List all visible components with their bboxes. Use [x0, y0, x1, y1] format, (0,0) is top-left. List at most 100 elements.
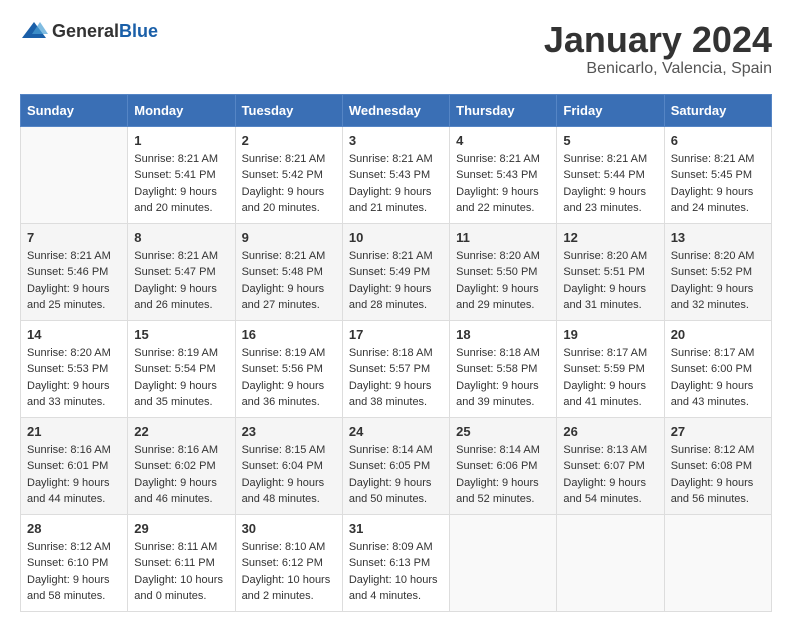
- calendar-cell: 29 Sunrise: 8:11 AM Sunset: 6:11 PM Dayli…: [128, 514, 235, 611]
- day-number: 29: [134, 521, 228, 536]
- calendar-cell: [664, 514, 771, 611]
- day-info: Sunrise: 8:18 AM Sunset: 5:58 PM Dayligh…: [456, 345, 550, 411]
- day-number: 2: [242, 133, 336, 148]
- calendar-cell: 31 Sunrise: 8:09 AM Sunset: 6:13 PM Dayli…: [342, 514, 449, 611]
- day-number: 30: [242, 521, 336, 536]
- calendar-cell: 21 Sunrise: 8:16 AM Sunset: 6:01 PM Dayli…: [21, 417, 128, 514]
- logo-icon: [20, 20, 48, 42]
- day-info: Sunrise: 8:20 AM Sunset: 5:52 PM Dayligh…: [671, 248, 765, 314]
- day-number: 18: [456, 327, 550, 342]
- location-title: Benicarlo, Valencia, Spain: [544, 60, 772, 78]
- day-number: 15: [134, 327, 228, 342]
- day-number: 28: [27, 521, 121, 536]
- weekday-header-wednesday: Wednesday: [342, 94, 449, 126]
- day-info: Sunrise: 8:11 AM Sunset: 6:11 PM Dayligh…: [134, 539, 228, 605]
- day-info: Sunrise: 8:21 AM Sunset: 5:46 PM Dayligh…: [27, 248, 121, 314]
- day-info: Sunrise: 8:21 AM Sunset: 5:42 PM Dayligh…: [242, 151, 336, 217]
- calendar-cell: 16Sunrise: 8:19 AM Sunset: 5:56 PM Dayli…: [235, 320, 342, 417]
- calendar-cell: 24Sunrise: 8:14 AM Sunset: 6:05 PM Dayli…: [342, 417, 449, 514]
- logo: GeneralBlue: [20, 20, 158, 42]
- day-number: 9: [242, 230, 336, 245]
- day-info: Sunrise: 8:20 AM Sunset: 5:51 PM Dayligh…: [563, 248, 657, 314]
- day-info: Sunrise: 8:21 AM Sunset: 5:43 PM Dayligh…: [456, 151, 550, 217]
- weekday-header-saturday: Saturday: [664, 94, 771, 126]
- day-number: 19: [563, 327, 657, 342]
- day-info: Sunrise: 8:20 AM Sunset: 5:50 PM Dayligh…: [456, 248, 550, 314]
- calendar-cell: 13Sunrise: 8:20 AM Sunset: 5:52 PM Dayli…: [664, 223, 771, 320]
- day-number: 27: [671, 424, 765, 439]
- day-info: Sunrise: 8:21 AM Sunset: 5:41 PM Dayligh…: [134, 151, 228, 217]
- weekday-header-thursday: Thursday: [450, 94, 557, 126]
- calendar-cell: 12 Sunrise: 8:20 AM Sunset: 5:51 PM Dayli…: [557, 223, 664, 320]
- logo-text: GeneralBlue: [52, 21, 158, 42]
- day-number: 25: [456, 424, 550, 439]
- month-title: January 2024: [544, 20, 772, 60]
- day-info: Sunrise: 8:19 AM Sunset: 5:54 PM Dayligh…: [134, 345, 228, 411]
- calendar-cell: 30 Sunrise: 8:10 AM Sunset: 6:12 PM Dayli…: [235, 514, 342, 611]
- calendar-cell: 23Sunrise: 8:15 AM Sunset: 6:04 PM Dayli…: [235, 417, 342, 514]
- calendar-cell: 10Sunrise: 8:21 AM Sunset: 5:49 PM Dayli…: [342, 223, 449, 320]
- day-info: Sunrise: 8:12 AM Sunset: 6:10 PM Dayligh…: [27, 539, 121, 605]
- calendar-cell: 20Sunrise: 8:17 AM Sunset: 6:00 PM Dayli…: [664, 320, 771, 417]
- weekday-header-friday: Friday: [557, 94, 664, 126]
- day-number: 3: [349, 133, 443, 148]
- title-block: January 2024 Benicarlo, Valencia, Spain: [544, 20, 772, 78]
- calendar-cell: 18 Sunrise: 8:18 AM Sunset: 5:58 PM Dayli…: [450, 320, 557, 417]
- day-number: 23: [242, 424, 336, 439]
- day-info: Sunrise: 8:12 AM Sunset: 6:08 PM Dayligh…: [671, 442, 765, 508]
- day-number: 21: [27, 424, 121, 439]
- calendar-cell: 26 Sunrise: 8:13 AM Sunset: 6:07 PM Dayli…: [557, 417, 664, 514]
- logo-blue: Blue: [119, 21, 158, 41]
- page-header: GeneralBlue January 2024 Benicarlo, Vale…: [20, 20, 772, 78]
- day-info: Sunrise: 8:09 AM Sunset: 6:13 PM Dayligh…: [349, 539, 443, 605]
- day-number: 26: [563, 424, 657, 439]
- day-info: Sunrise: 8:17 AM Sunset: 6:00 PM Dayligh…: [671, 345, 765, 411]
- day-number: 4: [456, 133, 550, 148]
- day-info: Sunrise: 8:21 AM Sunset: 5:47 PM Dayligh…: [134, 248, 228, 314]
- calendar-cell: 27 Sunrise: 8:12 AM Sunset: 6:08 PM Dayli…: [664, 417, 771, 514]
- calendar-cell: 17Sunrise: 8:18 AM Sunset: 5:57 PM Dayli…: [342, 320, 449, 417]
- calendar-cell: 25 Sunrise: 8:14 AM Sunset: 6:06 PM Dayli…: [450, 417, 557, 514]
- calendar-cell: 14 Sunrise: 8:20 AM Sunset: 5:53 PM Dayli…: [21, 320, 128, 417]
- day-info: Sunrise: 8:13 AM Sunset: 6:07 PM Dayligh…: [563, 442, 657, 508]
- calendar-cell: 3Sunrise: 8:21 AM Sunset: 5:43 PM Daylig…: [342, 126, 449, 223]
- day-number: 11: [456, 230, 550, 245]
- day-number: 24: [349, 424, 443, 439]
- week-row-1: 1 Sunrise: 8:21 AM Sunset: 5:41 PM Daylig…: [21, 126, 772, 223]
- week-row-3: 14 Sunrise: 8:20 AM Sunset: 5:53 PM Dayli…: [21, 320, 772, 417]
- day-info: Sunrise: 8:16 AM Sunset: 6:02 PM Dayligh…: [134, 442, 228, 508]
- day-number: 5: [563, 133, 657, 148]
- day-number: 14: [27, 327, 121, 342]
- day-info: Sunrise: 8:21 AM Sunset: 5:49 PM Dayligh…: [349, 248, 443, 314]
- calendar-cell: [21, 126, 128, 223]
- day-number: 8: [134, 230, 228, 245]
- week-row-4: 21 Sunrise: 8:16 AM Sunset: 6:01 PM Dayli…: [21, 417, 772, 514]
- weekday-header-row: SundayMondayTuesdayWednesdayThursdayFrid…: [21, 94, 772, 126]
- weekday-header-tuesday: Tuesday: [235, 94, 342, 126]
- day-number: 22: [134, 424, 228, 439]
- weekday-header-monday: Monday: [128, 94, 235, 126]
- calendar-cell: 1 Sunrise: 8:21 AM Sunset: 5:41 PM Daylig…: [128, 126, 235, 223]
- day-number: 12: [563, 230, 657, 245]
- day-info: Sunrise: 8:17 AM Sunset: 5:59 PM Dayligh…: [563, 345, 657, 411]
- day-info: Sunrise: 8:20 AM Sunset: 5:53 PM Dayligh…: [27, 345, 121, 411]
- calendar-cell: 11 Sunrise: 8:20 AM Sunset: 5:50 PM Dayli…: [450, 223, 557, 320]
- calendar-cell: 7 Sunrise: 8:21 AM Sunset: 5:46 PM Daylig…: [21, 223, 128, 320]
- day-number: 31: [349, 521, 443, 536]
- calendar-table: SundayMondayTuesdayWednesdayThursdayFrid…: [20, 94, 772, 612]
- week-row-5: 28 Sunrise: 8:12 AM Sunset: 6:10 PM Dayli…: [21, 514, 772, 611]
- day-number: 1: [134, 133, 228, 148]
- calendar-cell: 5Sunrise: 8:21 AM Sunset: 5:44 PM Daylig…: [557, 126, 664, 223]
- day-info: Sunrise: 8:18 AM Sunset: 5:57 PM Dayligh…: [349, 345, 443, 411]
- calendar-cell: [450, 514, 557, 611]
- calendar-cell: 28 Sunrise: 8:12 AM Sunset: 6:10 PM Dayli…: [21, 514, 128, 611]
- day-number: 16: [242, 327, 336, 342]
- day-info: Sunrise: 8:10 AM Sunset: 6:12 PM Dayligh…: [242, 539, 336, 605]
- week-row-2: 7 Sunrise: 8:21 AM Sunset: 5:46 PM Daylig…: [21, 223, 772, 320]
- day-number: 7: [27, 230, 121, 245]
- day-info: Sunrise: 8:14 AM Sunset: 6:06 PM Dayligh…: [456, 442, 550, 508]
- calendar-cell: 6Sunrise: 8:21 AM Sunset: 5:45 PM Daylig…: [664, 126, 771, 223]
- calendar-cell: [557, 514, 664, 611]
- calendar-cell: 19 Sunrise: 8:17 AM Sunset: 5:59 PM Dayli…: [557, 320, 664, 417]
- day-info: Sunrise: 8:16 AM Sunset: 6:01 PM Dayligh…: [27, 442, 121, 508]
